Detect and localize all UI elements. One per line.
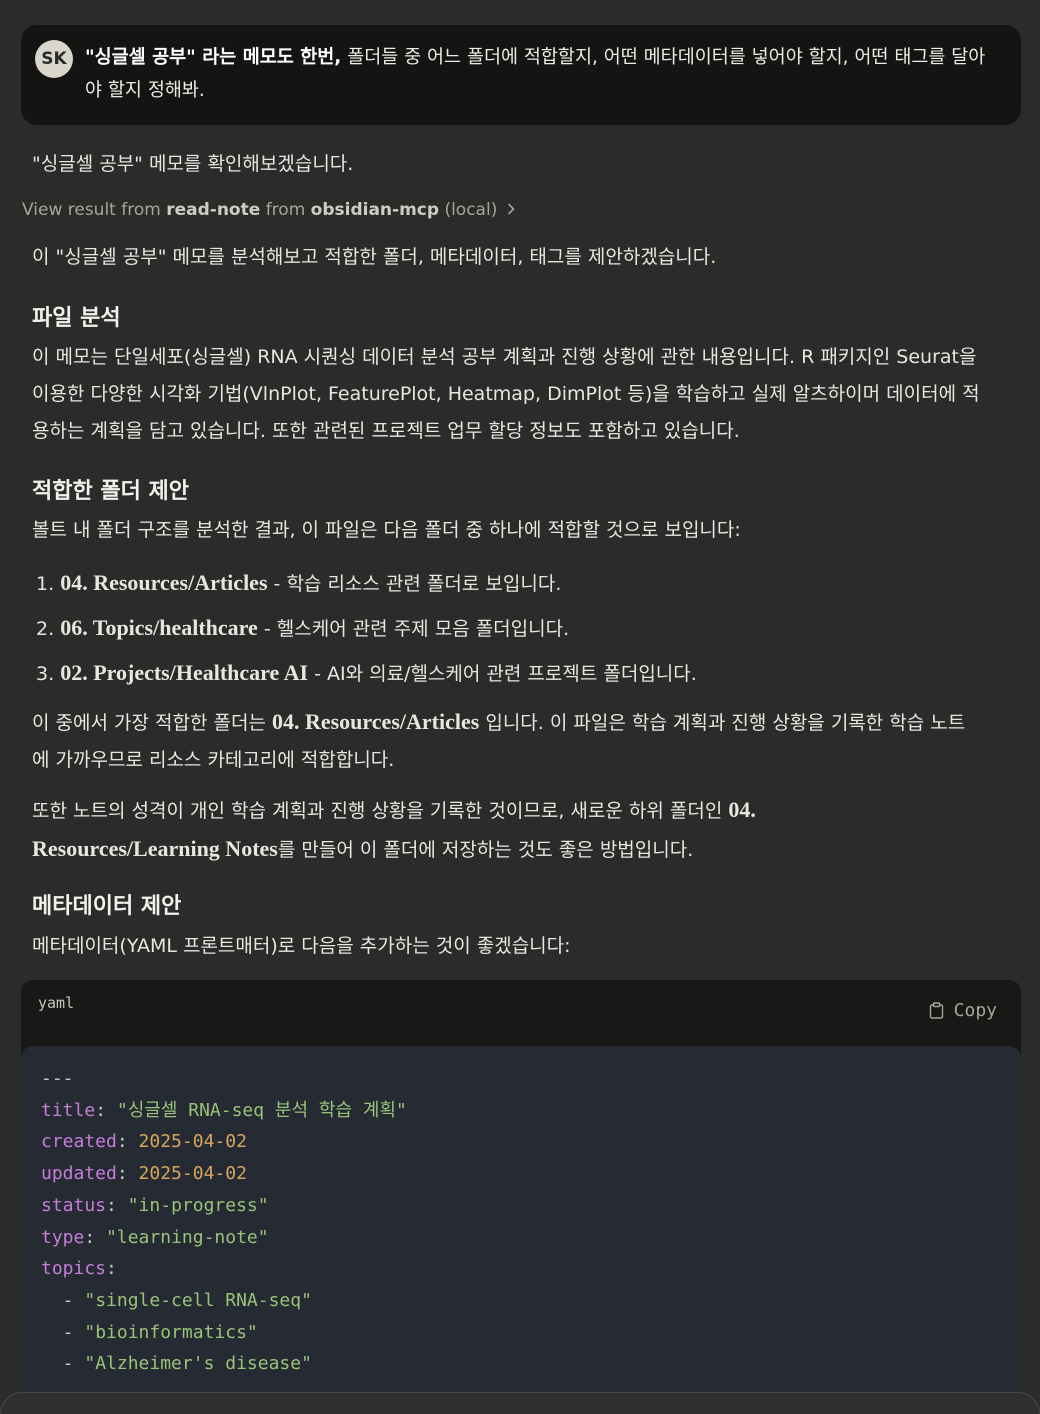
user-message: SK "싱글셀 공부" 라는 메모도 한번, 폴더들 중 어느 폴더에 적합할지… [21, 25, 1021, 125]
folder-desc: - AI와 의료/헬스케어 관련 프로젝트 폴더입니다. [308, 663, 697, 685]
list-item: 2. 06. Topics/healthcare - 헬스케어 관련 주제 모음… [36, 605, 996, 650]
list-item: 1. 04. Resources/Articles - 학습 리소스 관련 폴더… [36, 560, 996, 605]
yaml-separator: --- [41, 1068, 74, 1089]
folder-name: 02. Projects/Healthcare AI [60, 660, 309, 685]
folder-name: 04. Resources/Articles [60, 570, 268, 595]
copy-label: Copy [953, 1000, 997, 1021]
clipboard-icon [929, 1002, 943, 1019]
folder-desc: - 학습 리소스 관련 폴더로 보입니다. [267, 573, 562, 595]
tool-result-suffix: (local) [444, 200, 498, 220]
alt-folder-pre: 또한 노트의 성격이 개인 학습 계획과 진행 상황을 기록한 것이므로, 새로… [32, 800, 729, 822]
list-item-number: 1. [36, 573, 55, 595]
intro-text: "싱글셀 공부" 메모를 확인해보겠습니다. [32, 153, 354, 175]
yaml-key: status [41, 1194, 107, 1216]
server-name: obsidian-mcp [310, 200, 440, 220]
message-composer[interactable] [0, 1392, 1040, 1414]
alt-folder-text: 또한 노트의 성격이 개인 학습 계획과 진행 상황을 기록한 것이므로, 새로… [32, 791, 807, 869]
tool-result-prefix: View result from [22, 200, 161, 220]
tool-result-link[interactable]: View result from read-note from obsidian… [22, 200, 515, 220]
yaml-string: "bioinformatics" [84, 1321, 258, 1343]
user-message-bold: "싱글셀 공부" 라는 메모도 한번, [85, 47, 342, 68]
yaml-key: topics [41, 1258, 107, 1280]
tool-result-middle: from [265, 200, 306, 220]
code-language-label: yaml [38, 994, 75, 1012]
yaml-key: updated [41, 1163, 117, 1185]
yaml-date: 2025-04-02 [138, 1163, 247, 1185]
folder-desc: - 헬스케어 관련 주제 모음 폴더입니다. [257, 618, 570, 640]
yaml-string: "learning-note" [106, 1226, 269, 1248]
heading-metadata: 메타데이터 제안 [32, 894, 182, 919]
chevron-right-icon[interactable] [507, 201, 515, 219]
summary-line: 이 "싱글셀 공부" 메모를 분석해보고 적합한 폴더, 메타데이터, 태그를 … [32, 246, 717, 268]
yaml-key: type [41, 1226, 85, 1248]
user-message-text: "싱글셀 공부" 라는 메모도 한번, 폴더들 중 어느 폴더에 적합할지, 어… [85, 41, 1000, 107]
yaml-key: title [41, 1099, 96, 1121]
alt-folder-post: 를 만들어 이 폴더에 저장하는 것도 좋은 방법입니다. [277, 839, 694, 861]
code-block: yaml Copy --- title: "싱글셀 RNA-seq 분석 학습 … [21, 980, 1021, 1414]
best-folder-pre: 이 중에서 가장 적합한 폴더는 [32, 712, 272, 734]
yaml-string: "싱글셀 RNA-seq 분석 학습 계획" [116, 1099, 407, 1121]
code-body: --- title: "싱글셀 RNA-seq 분석 학습 계획" create… [21, 1046, 1021, 1414]
yaml-string: "in-progress" [127, 1194, 269, 1216]
yaml-date: 2025-04-02 [138, 1131, 247, 1153]
yaml-code: --- title: "싱글셀 RNA-seq 분석 학습 계획" create… [41, 1068, 407, 1375]
tool-name: read-note [166, 200, 261, 220]
yaml-key: created [41, 1131, 117, 1153]
folder-list: 1. 04. Resources/Articles - 학습 리소스 관련 폴더… [36, 560, 996, 695]
heading-file-analysis: 파일 분석 [32, 306, 121, 331]
heading-folder-suggestion: 적합한 폴더 제안 [32, 479, 189, 504]
list-item: 3. 02. Projects/Healthcare AI - AI와 의료/헬… [36, 650, 996, 695]
best-folder-text: 이 중에서 가장 적합한 폴더는 04. Resources/Articles … [32, 703, 982, 779]
chat-page: SK "싱글셀 공부" 라는 메모도 한번, 폴더들 중 어느 폴더에 적합할지… [0, 0, 1040, 1414]
metadata-intro: 메타데이터(YAML 프론트매터)로 다음을 추가하는 것이 좋겠습니다: [32, 935, 571, 957]
yaml-string: "single-cell RNA-seq" [84, 1289, 312, 1311]
folder-name: 06. Topics/healthcare [60, 615, 258, 640]
folder-intro: 볼트 내 폴더 구조를 분석한 결과, 이 파일은 다음 폴더 중 하나에 적합… [32, 519, 741, 541]
user-avatar[interactable]: SK [35, 40, 73, 78]
best-folder-name: 04. Resources/Articles [271, 709, 480, 734]
list-item-number: 2. [36, 618, 55, 640]
copy-button[interactable]: Copy [929, 1000, 997, 1021]
list-item-number: 3. [36, 663, 55, 685]
file-analysis-body: 이 메모는 단일세포(싱글셀) RNA 시퀀싱 데이터 분석 공부 계획과 진행… [32, 346, 980, 442]
yaml-string: "Alzheimer's disease" [84, 1353, 312, 1375]
